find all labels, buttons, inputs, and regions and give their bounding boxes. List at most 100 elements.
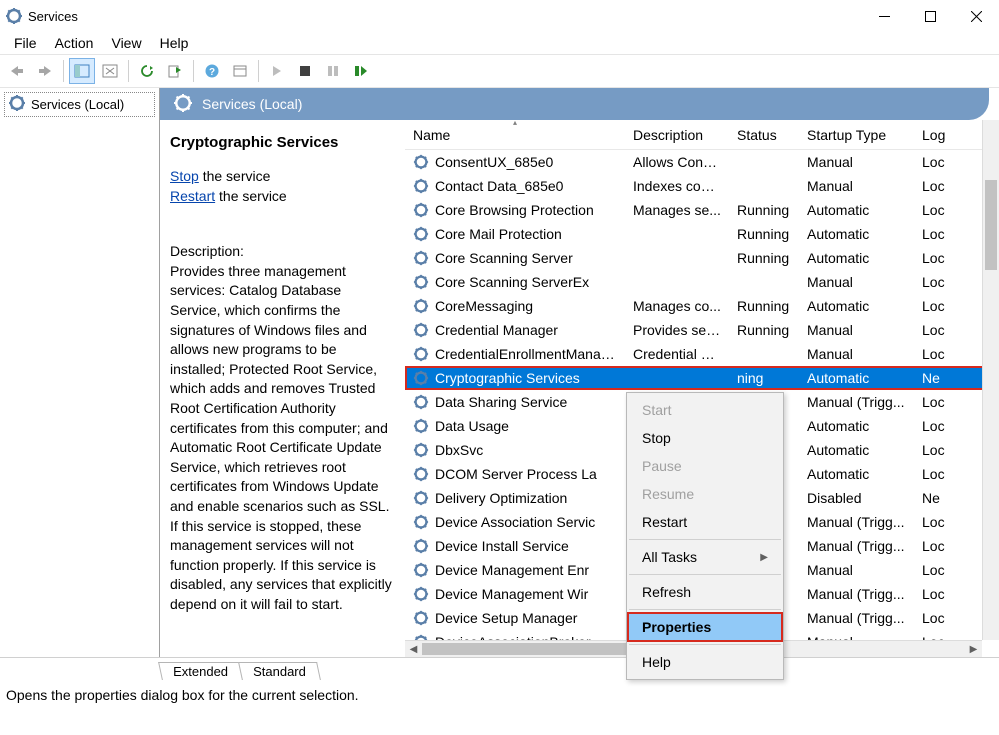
service-logon: Loc: [914, 274, 954, 290]
column-startup-type[interactable]: Startup Type: [799, 121, 914, 149]
service-startup: Manual (Trigg...: [799, 394, 914, 410]
close-button[interactable]: [953, 0, 999, 32]
status-text: Opens the properties dialog box for the …: [6, 687, 359, 703]
back-button[interactable]: [4, 58, 30, 84]
export-list-button[interactable]: [162, 58, 188, 84]
cm-stop[interactable]: Stop: [628, 424, 782, 452]
cm-help[interactable]: Help: [628, 648, 782, 676]
service-logon: Loc: [914, 178, 954, 194]
service-startup: Automatic: [799, 250, 914, 266]
tab-strip: Extended Standard: [0, 658, 999, 680]
scroll-left-icon[interactable]: ◀: [405, 644, 422, 655]
vertical-scrollbar[interactable]: [982, 120, 999, 640]
cm-refresh[interactable]: Refresh: [628, 578, 782, 606]
service-desc: Allows Conn...: [625, 154, 729, 170]
service-name: Data Usage: [435, 418, 509, 434]
gear-icon: [9, 95, 25, 114]
selected-service-title: Cryptographic Services: [170, 132, 395, 153]
delete-button[interactable]: [97, 58, 123, 84]
service-logon: Loc: [914, 250, 954, 266]
restart-service-button[interactable]: [348, 58, 374, 84]
toolbar: ?: [0, 54, 999, 88]
restart-link-suffix: the service: [215, 188, 287, 204]
column-name[interactable]: ▴Name: [405, 121, 625, 149]
restart-link[interactable]: Restart: [170, 188, 215, 204]
tab-extended[interactable]: Extended: [158, 662, 243, 680]
service-logon: Loc: [914, 466, 954, 482]
menu-help[interactable]: Help: [152, 33, 197, 53]
scroll-right-icon[interactable]: ▶: [965, 644, 982, 655]
table-row[interactable]: Contact Data_685e0Indexes cont...ManualL…: [405, 174, 999, 198]
table-row[interactable]: CoreMessagingManages co...RunningAutomat…: [405, 294, 999, 318]
service-logon: Loc: [914, 418, 954, 434]
service-startup: Manual (Trigg...: [799, 514, 914, 530]
table-row[interactable]: ConsentUX_685e0Allows Conn...ManualLoc: [405, 150, 999, 174]
table-row[interactable]: Core Mail ProtectionRunningAutomaticLoc: [405, 222, 999, 246]
help-button[interactable]: ?: [199, 58, 225, 84]
table-row[interactable]: Credential ManagerProvides sec...Running…: [405, 318, 999, 342]
service-startup: Automatic: [799, 202, 914, 218]
cm-properties[interactable]: Properties: [628, 613, 782, 641]
description-text: Provides three management services: Cata…: [170, 262, 395, 615]
menu-action[interactable]: Action: [47, 33, 102, 53]
service-logon: Loc: [914, 610, 954, 626]
app-gear-icon: [6, 8, 22, 24]
service-name: Device Install Service: [435, 538, 569, 554]
column-description[interactable]: Description: [625, 121, 729, 149]
column-status[interactable]: Status: [729, 121, 799, 149]
service-name: Core Browsing Protection: [435, 202, 594, 218]
service-startup: Automatic: [799, 370, 914, 386]
service-name: Device Setup Manager: [435, 610, 577, 626]
menubar: File Action View Help: [0, 32, 999, 54]
service-status: Running: [729, 202, 799, 218]
table-row[interactable]: CredentialEnrollmentManag...Credential E…: [405, 342, 999, 366]
table-row[interactable]: Core Scanning ServerRunningAutomaticLoc: [405, 246, 999, 270]
service-startup: Manual: [799, 322, 914, 338]
table-row[interactable]: Core Scanning ServerExManualLoc: [405, 270, 999, 294]
pause-service-button[interactable]: [320, 58, 346, 84]
service-logon: Loc: [914, 562, 954, 578]
service-startup: Manual (Trigg...: [799, 610, 914, 626]
service-name: Device Management Wir: [435, 586, 588, 602]
service-startup: Automatic: [799, 298, 914, 314]
menu-file[interactable]: File: [6, 33, 45, 53]
context-menu: Start Stop Pause Resume Restart All Task…: [626, 392, 784, 680]
service-startup: Manual: [799, 178, 914, 194]
start-service-button[interactable]: [264, 58, 290, 84]
column-logon[interactable]: Log: [914, 121, 954, 149]
stop-service-button[interactable]: [292, 58, 318, 84]
stop-link[interactable]: Stop: [170, 168, 199, 184]
menu-view[interactable]: View: [103, 33, 149, 53]
tab-standard[interactable]: Standard: [238, 662, 321, 680]
list-header: ▴Name Description Status Startup Type Lo…: [405, 120, 999, 150]
service-name: Contact Data_685e0: [435, 178, 563, 194]
service-name: DCOM Server Process La: [435, 466, 597, 482]
service-desc: Manages co...: [625, 298, 729, 314]
show-hide-tree-button[interactable]: [69, 58, 95, 84]
table-row[interactable]: Core Browsing ProtectionManages se...Run…: [405, 198, 999, 222]
refresh-button[interactable]: [134, 58, 160, 84]
forward-button[interactable]: [32, 58, 58, 84]
service-desc: Provides sec...: [625, 322, 729, 338]
service-logon: Loc: [914, 226, 954, 242]
service-startup: Automatic: [799, 466, 914, 482]
service-name: Device Association Servic: [435, 514, 595, 530]
service-status: Running: [729, 226, 799, 242]
service-startup: Automatic: [799, 418, 914, 434]
table-row[interactable]: Cryptographic ServicesningAutomaticNe: [405, 366, 999, 390]
service-logon: Loc: [914, 514, 954, 530]
content-header: Services (Local): [160, 88, 989, 120]
service-startup: Manual (Trigg...: [799, 538, 914, 554]
cm-all-tasks[interactable]: All Tasks▶: [628, 543, 782, 571]
service-logon: Ne: [914, 490, 954, 506]
content-header-label: Services (Local): [202, 96, 302, 112]
cm-restart[interactable]: Restart: [628, 508, 782, 536]
tree-services-local[interactable]: Services (Local): [4, 92, 155, 117]
minimize-button[interactable]: [861, 0, 907, 32]
service-logon: Loc: [914, 586, 954, 602]
service-startup: Manual: [799, 154, 914, 170]
maximize-button[interactable]: [907, 0, 953, 32]
service-startup: Manual: [799, 346, 914, 362]
properties-button[interactable]: [227, 58, 253, 84]
service-logon: Loc: [914, 202, 954, 218]
